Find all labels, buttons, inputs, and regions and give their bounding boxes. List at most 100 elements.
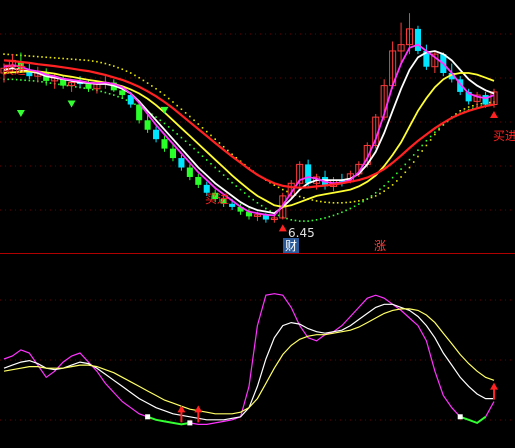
candle-body (85, 84, 92, 89)
dotted-band-point (108, 64, 111, 66)
dotted-band-point (201, 155, 204, 157)
dotted-band-point (172, 129, 174, 132)
dotted-band-point (142, 79, 145, 82)
dotted-band-point (32, 80, 35, 82)
dotted-band-point (62, 57, 64, 60)
dotted-band-point (353, 200, 356, 203)
dotted-band-point (303, 196, 305, 199)
buy-signal-label: 买进 (493, 129, 515, 143)
candle-body (119, 90, 126, 96)
dotted-band-point (332, 202, 335, 204)
dotted-band-point (286, 190, 288, 193)
indicator-line (3, 308, 495, 415)
dotted-band-point (438, 127, 440, 130)
dotted-band-point (49, 56, 52, 59)
dotted-band-point (163, 94, 166, 96)
dotted-band-point (362, 200, 364, 203)
dotted-band-point (341, 211, 343, 214)
dotted-band-point (7, 53, 10, 56)
signal-triangle (67, 100, 76, 108)
dotted-band-point (320, 200, 322, 203)
dotted-band-point (290, 219, 293, 221)
indicator-lines (3, 293, 495, 426)
dotted-band-point (201, 127, 204, 129)
dotted-band-point (434, 131, 436, 134)
dotted-band-point (412, 161, 415, 163)
dotted-band-point (307, 220, 309, 222)
dotted-band-point (125, 99, 128, 101)
dotted-band-point (121, 68, 124, 71)
dotted-band-point (277, 214, 280, 217)
dotted-band-point (189, 144, 191, 146)
buy-signal-label: 买进 (205, 192, 229, 206)
dotted-band-point (294, 219, 297, 222)
dotted-band-point (429, 135, 432, 138)
dotted-band-point (222, 174, 225, 176)
dotted-band-point (79, 58, 81, 61)
dotted-band-point (172, 101, 174, 103)
up-arrow-head (177, 405, 186, 413)
up-arrow-head (490, 382, 498, 390)
dotted-band-point (472, 104, 474, 107)
dotted-band-point (412, 154, 415, 156)
dotted-band-point (227, 178, 229, 180)
dotted-band-point (32, 55, 35, 58)
dotted-band-point (28, 79, 31, 82)
dotted-band-point (49, 82, 52, 84)
dotted-band-point (358, 200, 360, 202)
dotted-band-point (83, 59, 86, 61)
dotted-band-point (197, 123, 200, 125)
dotted-band-point (374, 191, 377, 194)
dotted-band-point (396, 180, 398, 182)
price-moving-averages (3, 43, 495, 217)
dotted-band-point (104, 62, 107, 65)
dotted-band-point (303, 220, 305, 222)
dotted-band-point (113, 94, 115, 96)
dotted-band-point (421, 150, 423, 152)
dotted-band-point (41, 56, 43, 58)
dotted-band-point (379, 188, 381, 191)
dotted-band-point (328, 201, 331, 204)
price-annotations: 买进 买进 买进 6.45 财 涨 (2, 63, 515, 253)
dotted-band-point (320, 218, 322, 220)
dotted-band-point (341, 202, 343, 204)
dotted-band-point (370, 195, 373, 197)
dotted-band-point (467, 106, 470, 108)
dotted-band-point (87, 59, 90, 62)
dotted-band-point (324, 201, 326, 203)
indicator-panel-grid (0, 299, 515, 421)
candle-body (229, 203, 236, 207)
dotted-band-point (214, 138, 217, 140)
indicator-line (3, 303, 494, 421)
low-zone-segment (459, 415, 487, 425)
dotted-band-point (184, 140, 187, 143)
dotted-band-point (214, 166, 217, 169)
dotted-band-point (353, 205, 356, 208)
dotted-band-point (180, 108, 183, 111)
dotted-band-point (146, 82, 149, 84)
dotted-band-point (404, 171, 407, 174)
dotted-band-point (315, 219, 318, 221)
signal-triangle (490, 110, 498, 118)
dotted-band-point (58, 57, 60, 60)
dotted-band-point (163, 122, 166, 125)
dotted-band-point (404, 163, 407, 166)
dotted-band-point (387, 180, 390, 183)
dotted-band-point (167, 97, 170, 100)
dotted-band-point (3, 53, 5, 55)
dotted-band-point (349, 207, 352, 210)
up-arrow-head (194, 405, 203, 413)
signal-marker (457, 414, 463, 420)
dotted-band-point (100, 90, 102, 93)
dotted-band-point (75, 58, 77, 61)
dotted-band-point (396, 172, 398, 175)
dotted-band-point (134, 74, 136, 77)
signal-triangle (278, 224, 287, 232)
dotted-band-point (332, 214, 335, 217)
indicator-signals (145, 382, 498, 426)
dotted-band-point (379, 192, 381, 195)
dotted-band-point (15, 78, 18, 81)
dotted-band-point (298, 220, 301, 222)
signal-marker (145, 414, 151, 420)
dotted-band-point (315, 200, 318, 202)
